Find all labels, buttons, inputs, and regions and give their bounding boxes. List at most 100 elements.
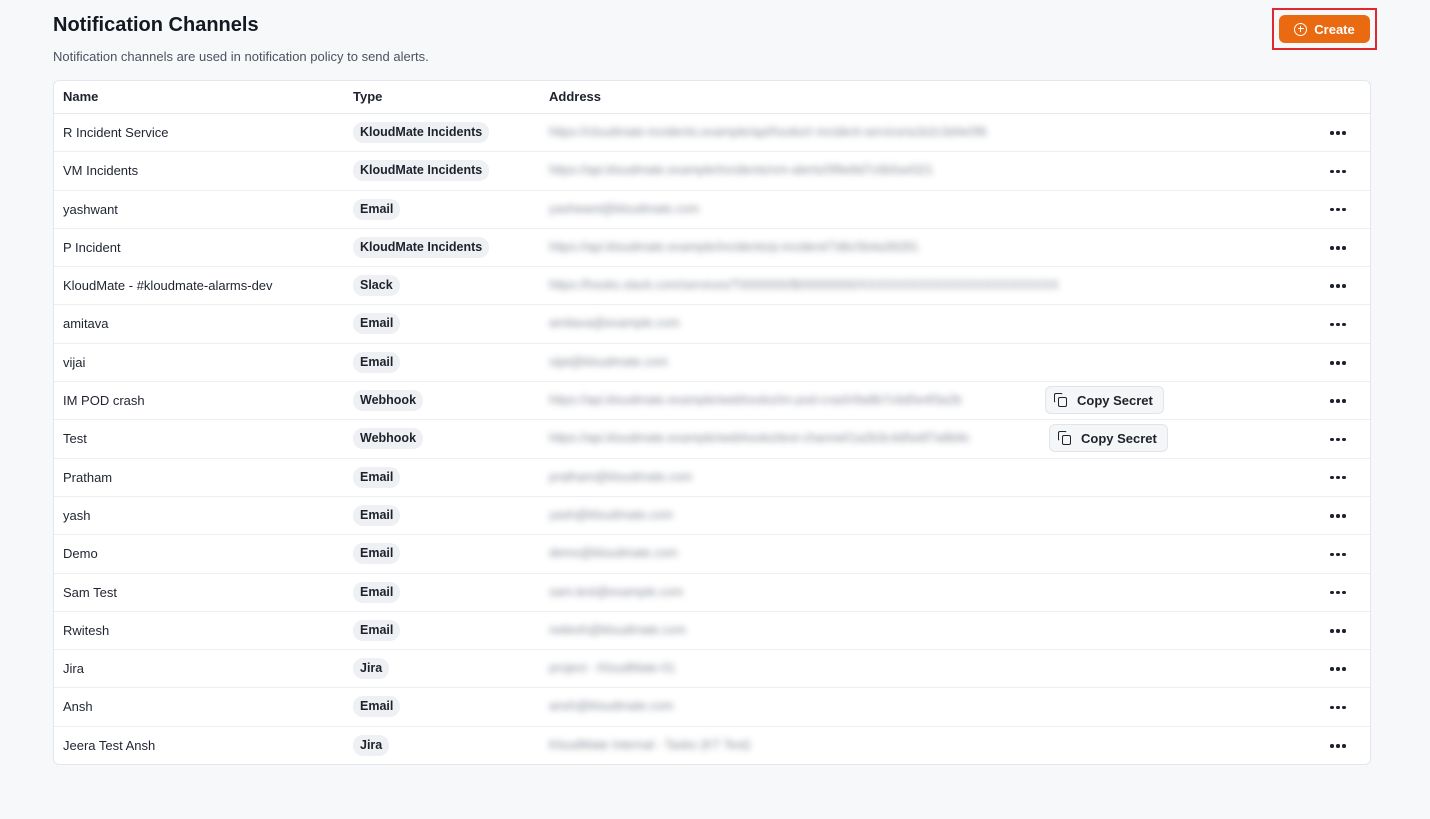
table-row[interactable]: P Incident KloudMate Incidents https://api… — [54, 229, 1370, 268]
copy-secret-label: Copy Secret — [1081, 430, 1157, 446]
more-actions-icon[interactable] — [1326, 506, 1350, 526]
column-header-type[interactable]: Type — [353, 89, 382, 104]
ellipsis-dot — [1330, 475, 1334, 480]
ellipsis-dot — [1330, 246, 1334, 250]
more-actions-icon[interactable] — [1326, 314, 1350, 334]
ellipsis-dot — [1342, 475, 1346, 480]
ellipsis-dot — [1330, 131, 1334, 135]
table-row[interactable]: Demo Email demo@kloudmate.com — [54, 535, 1370, 574]
table-row[interactable]: Jira Jira project - KloudMate-01 — [54, 650, 1370, 689]
table-row[interactable]: Rwitesh Email rwitesh@kloudmate.com — [54, 612, 1370, 651]
table-row[interactable]: Sam Test Email sam.test@example.com — [54, 574, 1370, 612]
channel-name: Demo — [63, 546, 98, 562]
more-actions-icon[interactable] — [1326, 276, 1350, 296]
ellipsis-dot — [1336, 322, 1340, 327]
ellipsis-dot — [1336, 131, 1340, 135]
more-actions-icon[interactable] — [1326, 391, 1350, 411]
ellipsis-dot — [1330, 399, 1334, 403]
ellipsis-dot — [1330, 437, 1334, 442]
channel-type-badge: Webhook — [353, 428, 424, 450]
table-row[interactable]: Test Webhook https://api.kloudmate.example… — [54, 420, 1370, 459]
page-subtitle: Notification channels are used in notifi… — [53, 49, 429, 64]
more-actions-icon[interactable] — [1326, 659, 1350, 679]
more-actions-icon[interactable] — [1326, 544, 1350, 564]
channel-type-badge: Email — [353, 581, 401, 603]
more-actions-icon[interactable] — [1326, 621, 1350, 641]
ellipsis-dot — [1330, 590, 1334, 595]
table-row[interactable]: Pratham Email pratham@kloudmate.com — [54, 459, 1370, 497]
create-button-label: Create — [1314, 21, 1355, 37]
create-button[interactable]: Create — [1279, 15, 1370, 43]
channel-name: yashwant — [63, 201, 118, 217]
channel-type-badge: Email — [353, 313, 401, 335]
more-actions-icon[interactable] — [1326, 200, 1350, 220]
channel-name: IM POD crash — [63, 393, 145, 409]
channel-name: vijai — [63, 354, 86, 370]
ellipsis-dot — [1330, 667, 1334, 671]
table-row[interactable]: R Incident Service KloudMate Incidents htt… — [54, 114, 1370, 153]
ellipsis-dot — [1330, 744, 1334, 748]
ellipsis-dot — [1336, 246, 1340, 250]
channel-address: yashwant@kloudmate.com — [549, 201, 700, 216]
more-actions-icon[interactable] — [1326, 583, 1350, 603]
ellipsis-dot — [1330, 322, 1334, 327]
ellipsis-dot — [1336, 169, 1340, 174]
notification-channels-page: Notification Channels Notification chann… — [0, 0, 1430, 819]
ellipsis-dot — [1336, 629, 1340, 633]
more-actions-icon[interactable] — [1326, 353, 1350, 373]
more-actions-icon[interactable] — [1326, 697, 1350, 717]
channel-address: vijai@kloudmate.com — [549, 354, 668, 369]
copy-secret-button[interactable]: Copy Secret — [1045, 386, 1164, 415]
ellipsis-dot — [1330, 169, 1334, 174]
copy-secret-button[interactable]: Copy Secret — [1049, 424, 1168, 453]
table-row[interactable]: vijai Email vijai@kloudmate.com — [54, 344, 1370, 383]
ellipsis-dot — [1336, 284, 1340, 288]
ellipsis-dot — [1336, 667, 1340, 671]
channel-address: yash@kloudmate.com — [549, 507, 673, 522]
ellipsis-dot — [1336, 744, 1340, 748]
channel-address: KloudMate Internal - Tasks (KT Test) — [549, 737, 751, 752]
more-actions-icon[interactable] — [1326, 161, 1350, 181]
ellipsis-dot — [1342, 705, 1346, 710]
ellipsis-dot — [1342, 514, 1346, 518]
ellipsis-dot — [1342, 246, 1346, 250]
ellipsis-dot — [1330, 514, 1334, 518]
channel-name: Pratham — [63, 469, 113, 485]
channel-type-badge: Webhook — [353, 390, 424, 412]
table-row[interactable]: IM POD crash Webhook https://api.kloudmate… — [54, 382, 1370, 421]
channel-address: https://api.kloudmate.example/webhooks/i… — [549, 393, 962, 408]
more-actions-icon[interactable] — [1326, 468, 1350, 488]
channel-name: Sam Test — [63, 584, 117, 600]
channel-type-badge: Slack — [353, 275, 400, 297]
column-header-address[interactable]: Address — [549, 89, 601, 104]
channel-name: Jeera Test Ansh — [63, 737, 156, 753]
table-row[interactable]: amitava Email amitava@example.com — [54, 305, 1370, 344]
table-row[interactable]: yashwant Email yashwant@kloudmate.com — [54, 191, 1370, 229]
ellipsis-dot — [1342, 284, 1346, 288]
more-actions-icon[interactable] — [1326, 429, 1350, 449]
more-actions-icon[interactable] — [1326, 238, 1350, 258]
channel-name: amitava — [63, 316, 109, 332]
table-row[interactable]: VM Incidents KloudMate Incidents https://a… — [54, 152, 1370, 191]
page-title: Notification Channels — [53, 14, 259, 36]
channel-type-badge: KloudMate Incidents — [353, 122, 490, 143]
channel-address: https://api.kloudmate.example/webhooks/t… — [549, 431, 971, 446]
table-row[interactable]: Ansh Email ansh@kloudmate.com — [54, 688, 1370, 727]
table-row[interactable]: KloudMate - #kloudmate-alarms-dev Slack ht… — [54, 267, 1370, 306]
ellipsis-dot — [1336, 207, 1340, 212]
ellipsis-dot — [1336, 705, 1340, 710]
channel-address: https://api.kloudmate.example/incidents/… — [549, 163, 934, 178]
ellipsis-dot — [1342, 131, 1346, 135]
channel-name: R Incident Service — [63, 125, 169, 140]
ellipsis-dot — [1336, 475, 1340, 480]
ellipsis-dot — [1330, 552, 1334, 557]
table-row[interactable]: yash Email yash@kloudmate.com — [54, 497, 1370, 536]
channel-name: yash — [63, 507, 91, 523]
more-actions-icon[interactable] — [1326, 123, 1350, 143]
ellipsis-dot — [1336, 552, 1340, 557]
column-header-name[interactable]: Name — [63, 89, 98, 104]
table-row[interactable]: Jeera Test Ansh Jira KloudMate Internal - … — [54, 727, 1370, 764]
more-actions-icon[interactable] — [1326, 736, 1350, 756]
ellipsis-dot — [1330, 705, 1334, 710]
channels-table: Name Type Address R Incident Service Klou… — [53, 80, 1371, 765]
